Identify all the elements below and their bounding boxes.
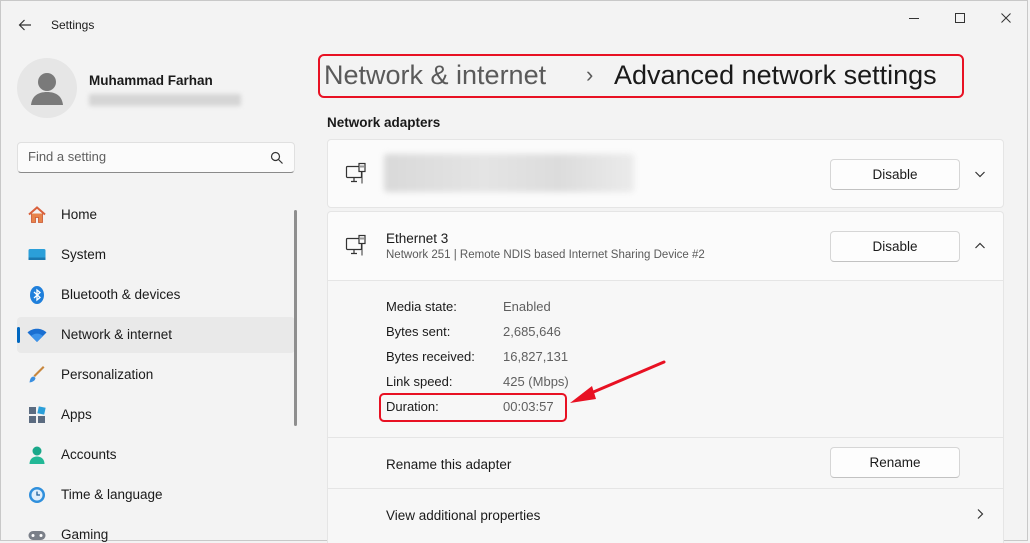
nav-item-network[interactable]: Network & internet	[17, 317, 295, 353]
annotation-arrow-icon	[570, 360, 666, 403]
page-title: Advanced network settings	[614, 60, 937, 90]
back-arrow-icon	[18, 19, 31, 31]
nav-item-label: Home	[61, 207, 98, 222]
link-speed-value: 425 (Mbps)	[503, 374, 569, 389]
nav-item-gaming[interactable]: Gaming	[17, 517, 295, 543]
chevron-up-icon	[975, 242, 985, 249]
rename-adapter-label: Rename this adapter	[386, 457, 512, 472]
expand-button[interactable]	[972, 166, 988, 182]
sidebar-scrollbar[interactable]	[294, 210, 297, 426]
nav-item-label: Personalization	[61, 367, 154, 382]
media-state-value: Enabled	[503, 299, 551, 314]
link-speed-label: Link speed:	[386, 374, 453, 389]
collapse-button[interactable]	[972, 238, 988, 254]
nav-item-time-language[interactable]: Time & language	[17, 477, 295, 513]
nav-item-system[interactable]: System	[17, 237, 295, 273]
breadcrumb-separator: ›	[586, 62, 594, 87]
close-button[interactable]	[983, 4, 1029, 32]
maximize-icon	[955, 13, 965, 23]
adapter-name-redacted	[384, 154, 634, 192]
view-properties-chevron[interactable]	[972, 506, 988, 522]
bytes-received-label: Bytes received:	[386, 349, 475, 364]
divider	[328, 280, 1003, 281]
time-icon	[27, 485, 47, 505]
system-icon	[27, 245, 47, 265]
bytes-received-value: 16,827,131	[503, 349, 569, 364]
chevron-down-icon	[975, 171, 985, 178]
search-box[interactable]	[17, 142, 295, 173]
gaming-icon	[27, 525, 47, 543]
accounts-icon	[27, 445, 47, 465]
user-name: Muhammad Farhan	[89, 73, 213, 88]
wifi-icon	[27, 325, 47, 345]
nav-item-label: System	[61, 247, 107, 262]
nav-item-label: Time & language	[61, 487, 163, 502]
nav-item-label: Network & internet	[61, 327, 173, 342]
bytes-sent-label: Bytes sent:	[386, 324, 451, 339]
adapter-description: Network 251 | Remote NDIS based Internet…	[386, 249, 705, 261]
search-icon[interactable]	[270, 151, 284, 165]
maximize-button[interactable]	[937, 4, 983, 32]
nav-item-bluetooth[interactable]: Bluetooth & devices	[17, 277, 295, 313]
back-button[interactable]	[12, 12, 38, 38]
view-additional-properties-label: View additional properties	[386, 508, 541, 523]
brush-icon	[27, 365, 47, 385]
selection-indicator	[17, 327, 20, 343]
search-input[interactable]	[28, 149, 263, 164]
divider	[328, 437, 1003, 438]
ethernet-adapter-icon	[345, 234, 366, 256]
nav-item-label: Apps	[61, 407, 92, 422]
apps-icon	[27, 405, 47, 425]
nav-item-label: Gaming	[61, 527, 109, 542]
user-icon	[31, 73, 63, 105]
duration-highlight-box	[379, 393, 567, 422]
adapter-name: Ethernet 3	[386, 231, 449, 246]
nav-item-personalization[interactable]: Personalization	[17, 357, 295, 393]
minimize-button[interactable]	[891, 4, 937, 32]
breadcrumb-parent-link[interactable]: Network & internet	[324, 60, 546, 91]
disable-button[interactable]: Disable	[830, 159, 960, 190]
home-icon	[27, 205, 47, 225]
rename-button[interactable]: Rename	[830, 447, 960, 478]
section-title: Network adapters	[327, 115, 441, 130]
nav-item-label: Bluetooth & devices	[61, 287, 181, 302]
nav-item-home[interactable]: Home	[17, 197, 295, 233]
minimize-icon	[909, 18, 919, 19]
chevron-right-icon	[977, 509, 984, 519]
close-icon	[1001, 13, 1011, 23]
nav-item-apps[interactable]: Apps	[17, 397, 295, 433]
media-state-label: Media state:	[386, 299, 457, 314]
app-title: Settings	[51, 18, 95, 32]
disable-button[interactable]: Disable	[830, 231, 960, 262]
nav-item-label: Accounts	[61, 447, 117, 462]
avatar[interactable]	[17, 58, 77, 118]
nav-item-accounts[interactable]: Accounts	[17, 437, 295, 473]
ethernet-adapter-icon	[345, 162, 366, 184]
user-email-redacted	[89, 94, 241, 106]
bluetooth-icon	[27, 285, 47, 305]
bytes-sent-value: 2,685,646	[503, 324, 561, 339]
